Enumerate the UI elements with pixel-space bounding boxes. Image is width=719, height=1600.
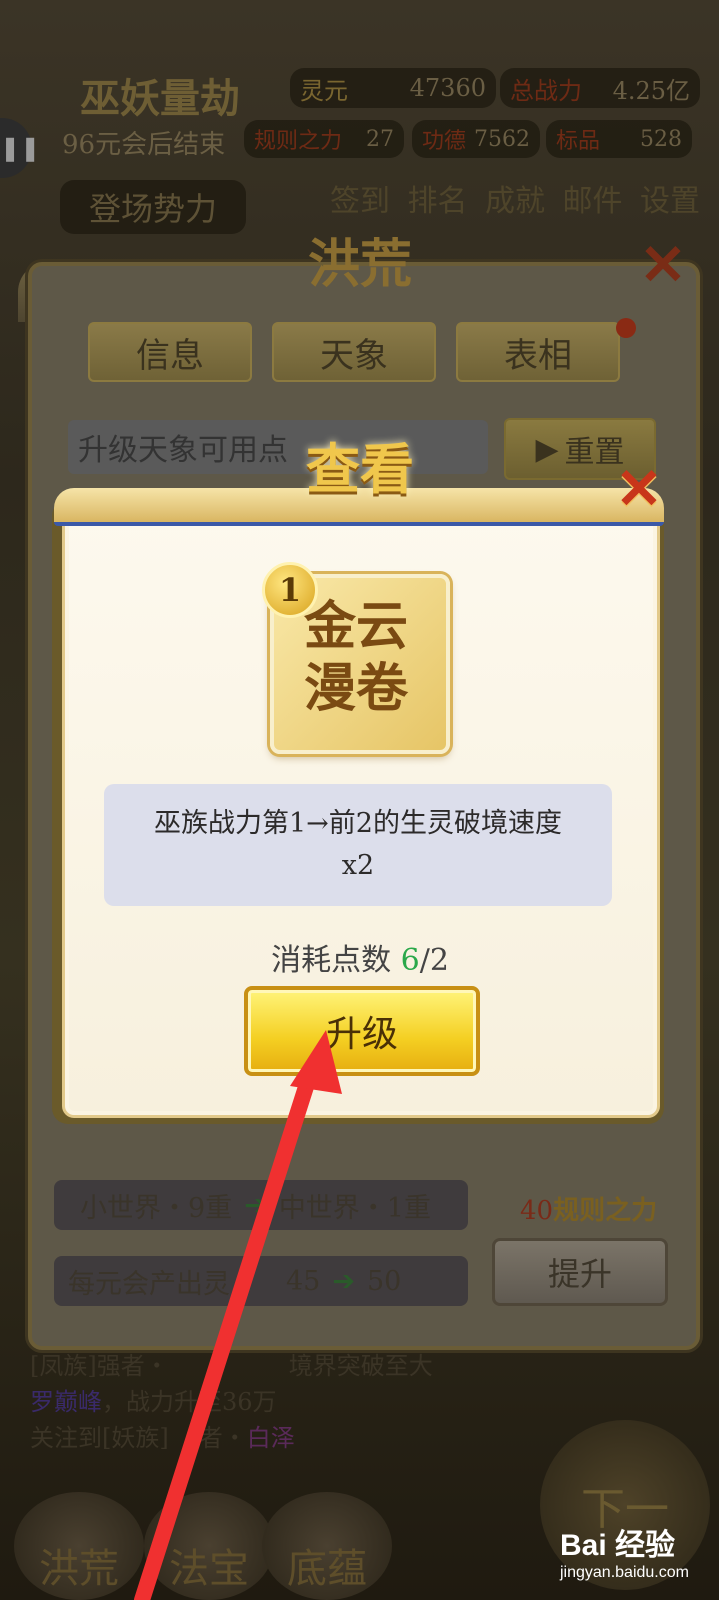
menu-mail[interactable]: 邮件 bbox=[563, 176, 623, 236]
watermark-brand: Bai 经验 bbox=[560, 1529, 676, 1562]
upgrade-button[interactable]: 升级 bbox=[244, 986, 480, 1076]
nav-fabao[interactable]: 法宝 bbox=[144, 1492, 274, 1600]
arrow-right-icon: ➔ bbox=[244, 1189, 267, 1221]
video-icon: ▶ bbox=[535, 431, 559, 467]
world-to: 中世界・1重 bbox=[278, 1192, 431, 1224]
nav-honghuang[interactable]: 洪荒 bbox=[14, 1492, 144, 1600]
description-box: 巫族战力第1→前2的生灵破境速度x2 bbox=[104, 784, 612, 906]
world-upgrade-row: 小世界・9重 ➔ 中世界・1重 bbox=[54, 1180, 468, 1230]
log-text: ，战力升至36万 bbox=[102, 1388, 277, 1416]
lingyuan-value: 47360 bbox=[409, 74, 486, 102]
close-icon[interactable]: ✕ bbox=[612, 461, 666, 517]
zongzhanli-label: 总战力 bbox=[510, 76, 582, 105]
output-to: 50 bbox=[366, 1265, 402, 1297]
gongde-value: 7562 bbox=[474, 126, 530, 152]
output-row: 每元会产出灵 45 ➔ 50 bbox=[54, 1256, 468, 1306]
baidu-watermark: Bai 经验 jingyan.baidu.com bbox=[560, 1520, 710, 1582]
cost-prefix: 消耗点数 bbox=[271, 943, 392, 978]
faction-label: 登场势力 bbox=[88, 190, 217, 228]
event-title: 巫妖量劫 bbox=[80, 75, 240, 122]
points-text: 升级天象可用点 bbox=[78, 433, 288, 468]
description-text: 巫族战力第1→前2的生灵破境速度x2 bbox=[154, 808, 562, 881]
world-from: 小世界・9重 bbox=[80, 1192, 233, 1224]
gongde-label: 功德 bbox=[422, 129, 467, 154]
log-name: 白泽 bbox=[246, 1424, 295, 1452]
watermark-url: jingyan.baidu.com bbox=[560, 1564, 689, 1581]
skill-card-name: 金云 漫卷 bbox=[286, 596, 426, 720]
log-text: 关注到[妖族] bbox=[30, 1424, 169, 1452]
cost-separator: / bbox=[419, 943, 430, 978]
raise-label: 提升 bbox=[547, 1255, 612, 1293]
level-badge: 1 bbox=[262, 562, 318, 618]
end-countdown: 96元会后结束 bbox=[62, 130, 226, 160]
extra-stat: 标品 528 bbox=[546, 120, 692, 158]
inner-dialog-title: 查看 bbox=[306, 437, 414, 501]
lingyuan-label: 灵元 bbox=[300, 76, 348, 105]
cost-have: 6 bbox=[400, 943, 420, 978]
log-line-3: 关注到[妖族] 者・白泽 bbox=[30, 1418, 295, 1453]
lingyuan-stat: 灵元 47360 bbox=[290, 68, 496, 108]
extra-label: 标品 bbox=[556, 129, 601, 154]
output-label: 每元会产出灵 bbox=[68, 1268, 230, 1300]
raise-cost-label: 规则之力 bbox=[553, 1196, 658, 1226]
log-text: [凤族]强者・ bbox=[30, 1352, 169, 1380]
zongzhanli-value: 4.25亿 bbox=[612, 76, 690, 105]
extra-value: 528 bbox=[640, 126, 682, 152]
tab-info[interactable]: 信息 bbox=[88, 322, 252, 382]
log-text: 境界突破至大 bbox=[288, 1352, 433, 1380]
cost-text: 消耗点数 6/2 bbox=[230, 935, 490, 979]
gongde-stat: 功德 7562 bbox=[412, 120, 540, 158]
cost-need: 2 bbox=[429, 943, 449, 978]
log-text: 者・ bbox=[198, 1424, 247, 1452]
outer-close-icon[interactable]: ✕ bbox=[636, 237, 690, 293]
menu-settings[interactable]: 设置 bbox=[640, 176, 700, 236]
notification-dot bbox=[616, 318, 636, 338]
guize-stat: 规则之力 27 bbox=[244, 120, 404, 158]
log-name: 罗巅峰 bbox=[30, 1388, 102, 1416]
guize-value: 27 bbox=[366, 126, 394, 152]
upgrade-label: 升级 bbox=[325, 1014, 398, 1055]
raise-cost: 40规则之力 bbox=[520, 1190, 660, 1227]
nav-diyun[interactable]: 底蕴 bbox=[262, 1492, 392, 1600]
zongzhanli-stat: 总战力 4.25亿 bbox=[500, 68, 700, 108]
menu-achievement[interactable]: 成就 bbox=[485, 176, 545, 236]
log-line-2: 罗巅峰，战力升至36万 bbox=[30, 1382, 277, 1417]
tab-tianxiang[interactable]: 天象 bbox=[272, 322, 436, 382]
raise-button[interactable]: 提升 bbox=[492, 1238, 668, 1306]
output-from: 45 bbox=[286, 1265, 321, 1297]
tab-biaoxiang[interactable]: 表相 bbox=[456, 322, 620, 382]
raise-cost-amount: 40 bbox=[520, 1196, 554, 1226]
outer-dialog-title: 洪荒 bbox=[307, 234, 412, 295]
log-line-1: [凤族]强者・ 境界突破至大 bbox=[30, 1346, 433, 1381]
guize-label: 规则之力 bbox=[254, 129, 343, 154]
faction-button[interactable]: 登场势力 bbox=[60, 180, 246, 234]
skill-card-line2: 漫卷 bbox=[303, 658, 408, 719]
arrow-right-icon: ➔ bbox=[332, 1265, 355, 1297]
